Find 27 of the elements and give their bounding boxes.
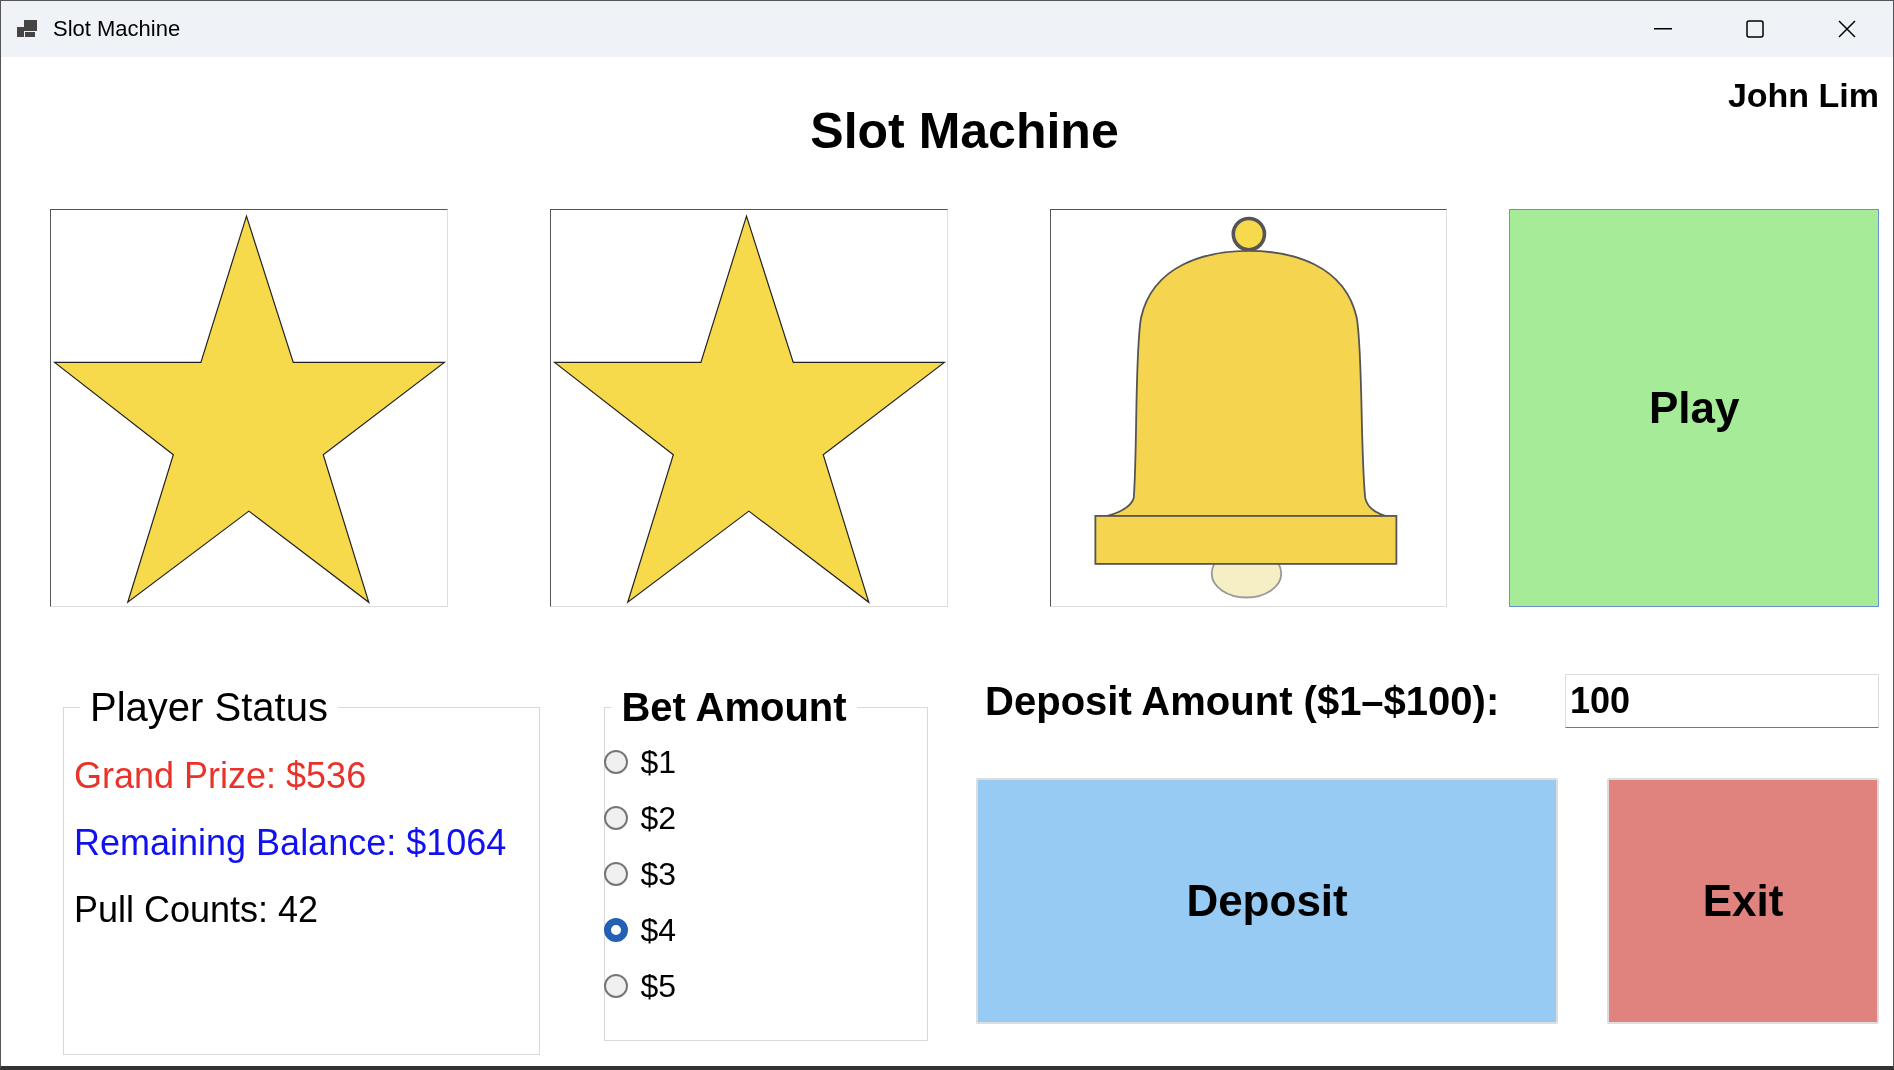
status-text: Pull Counts: 42 (74, 888, 320, 932)
bet-option[interactable]: $5 (604, 958, 928, 1014)
group-legend: Player Status (80, 684, 338, 730)
status-text: Grand Prize: $536 (74, 754, 368, 798)
maximize-icon (1746, 20, 1764, 38)
radio-button[interactable] (604, 806, 629, 830)
play-button[interactable]: Play (1509, 209, 1879, 607)
page-heading: Slot Machine (810, 102, 1119, 161)
exit-button[interactable]: Exit (1607, 778, 1879, 1024)
status-text: Remaining Balance: $1064 (74, 821, 508, 865)
group-legend: Bet Amount (611, 684, 857, 730)
deposit-label: Deposit Amount ($1–$100): (985, 678, 1500, 724)
bet-option[interactable]: $3 (604, 846, 928, 902)
app-icon (17, 20, 39, 38)
radio-button[interactable] (604, 974, 629, 998)
close-icon (1838, 20, 1856, 38)
bet-option[interactable]: $4 (604, 902, 928, 958)
window-title: Slot Machine (53, 16, 181, 42)
minimize-icon (1654, 28, 1672, 30)
player-name: John Lim (1727, 75, 1879, 115)
radio-button[interactable] (604, 862, 629, 886)
radio-button[interactable] (604, 750, 629, 774)
deposit-button[interactable]: Deposit (976, 778, 1559, 1024)
radio-button[interactable] (604, 918, 629, 942)
bet-option[interactable]: $2 (604, 790, 928, 846)
deposit-input-field[interactable]: 100 (1565, 674, 1879, 728)
bet-option[interactable]: $1 (604, 734, 928, 790)
